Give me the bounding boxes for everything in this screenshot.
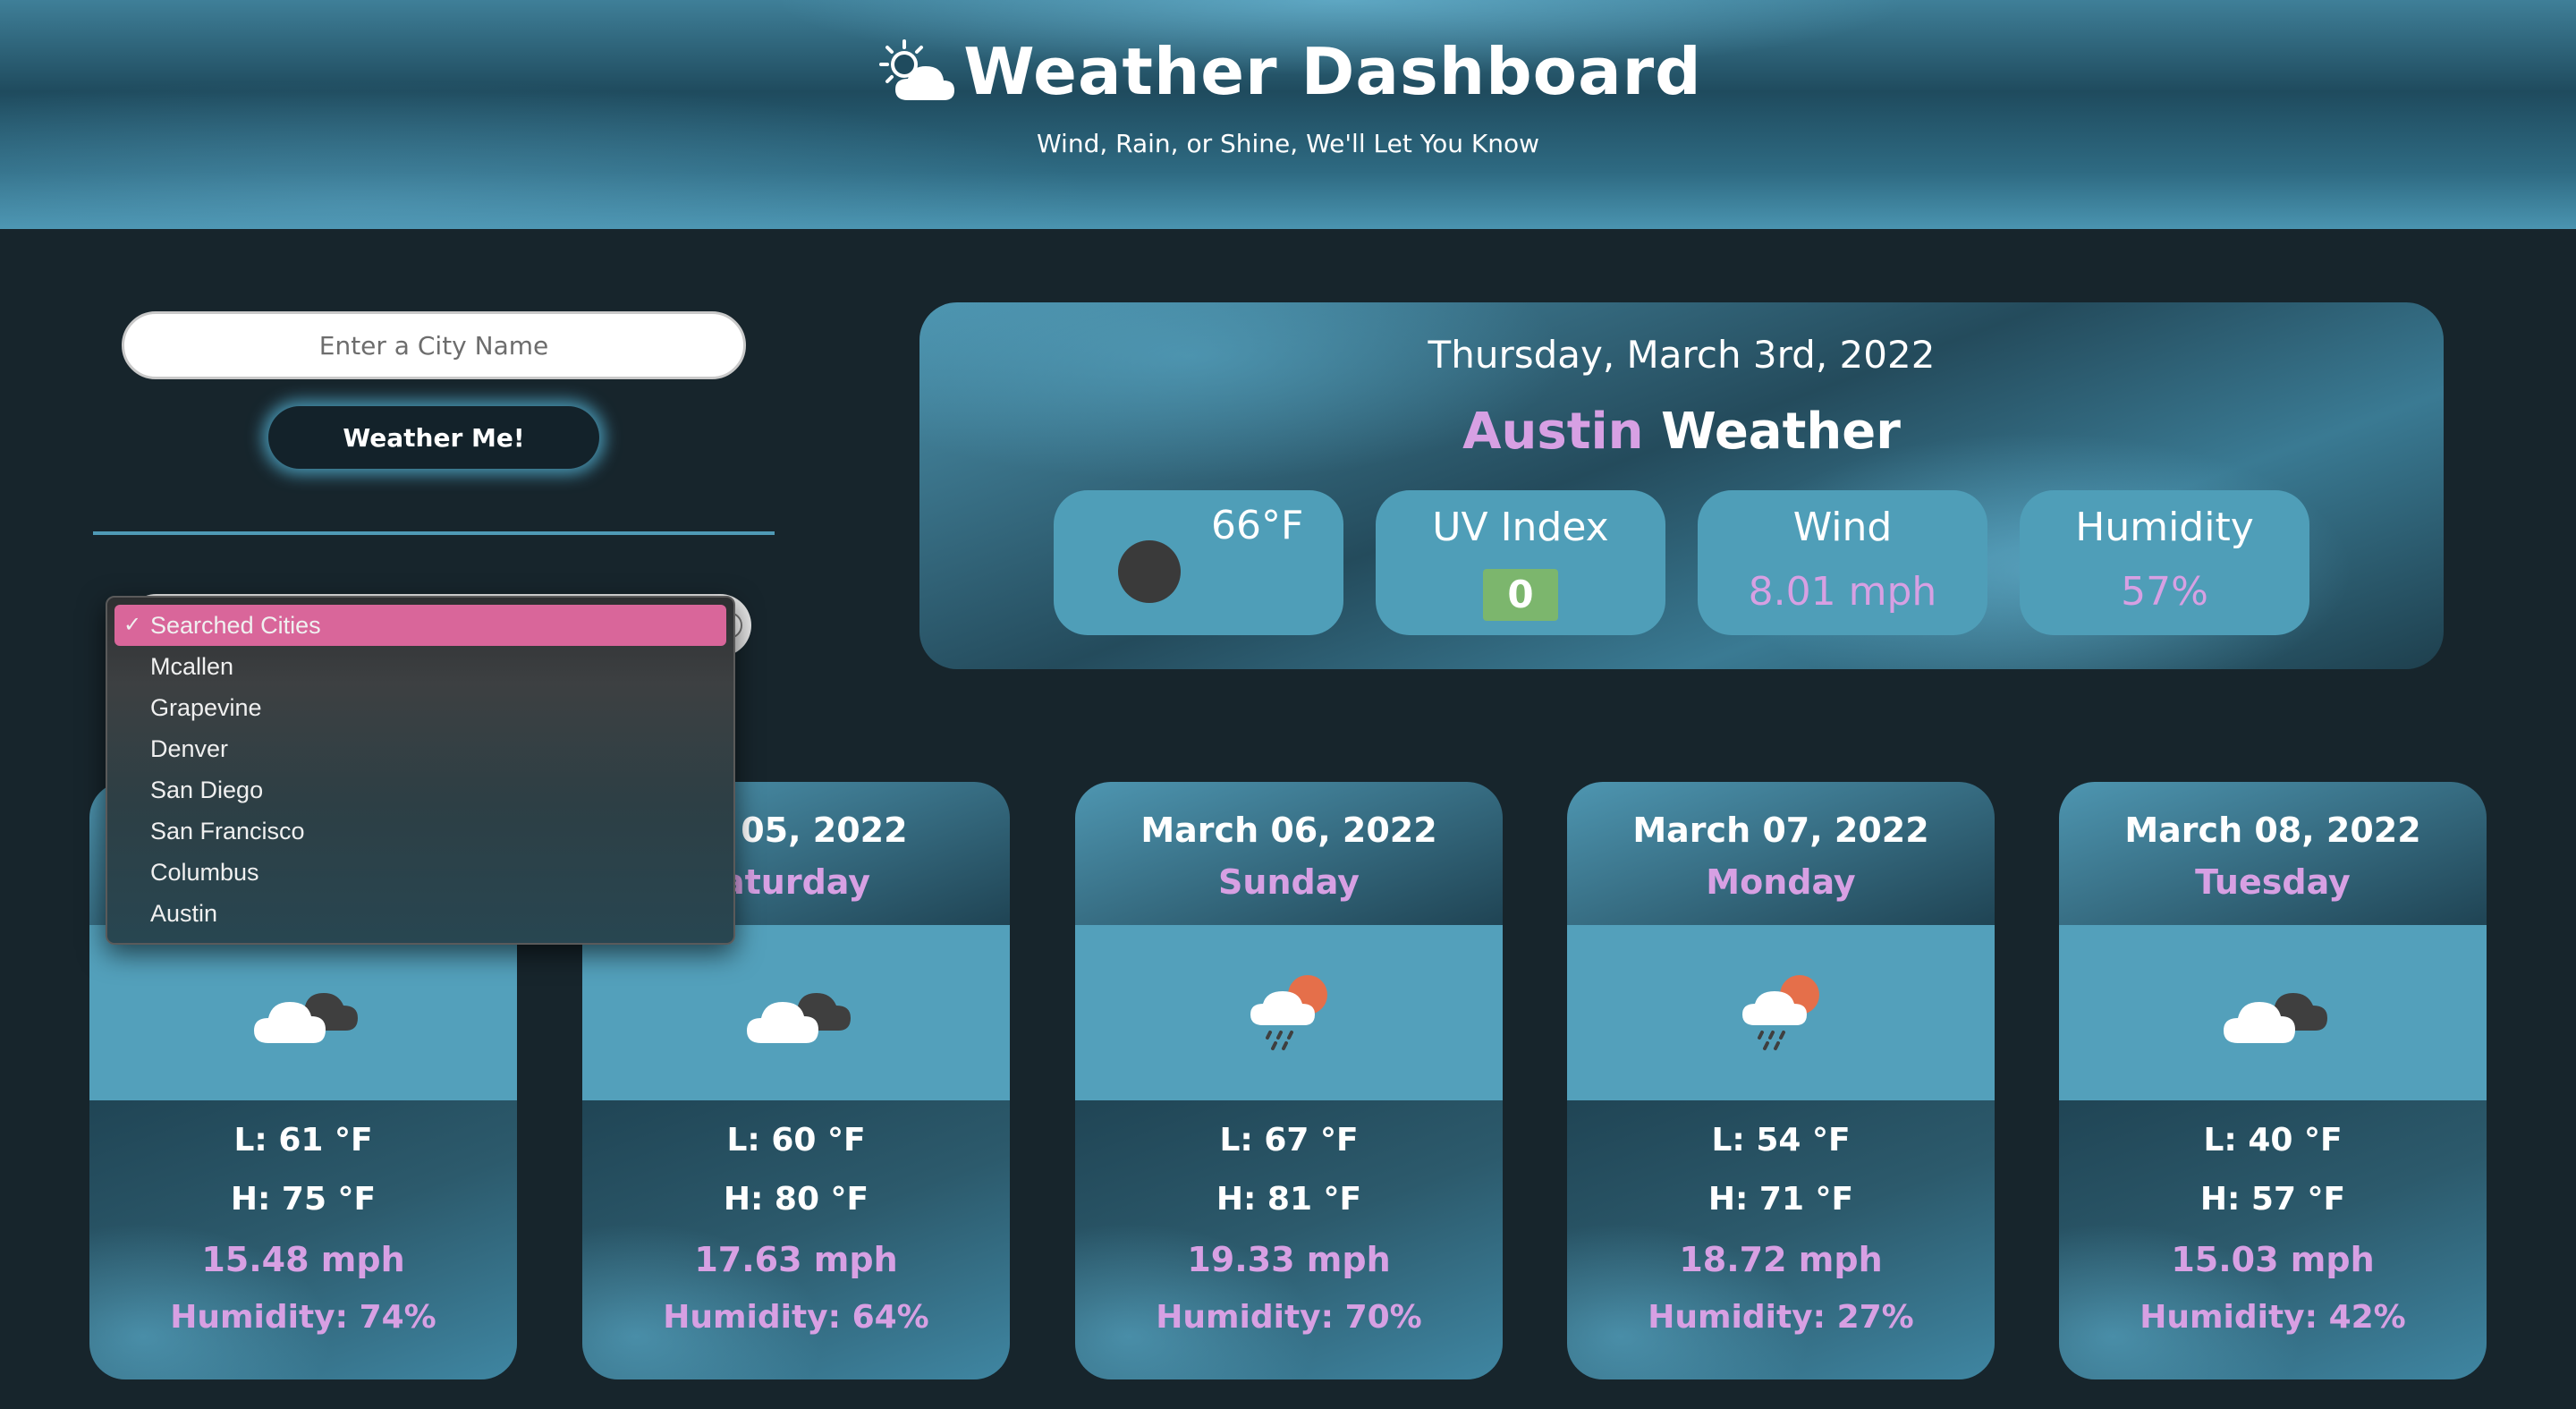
forecast-date: March 06, 2022 [1140,811,1437,850]
humidity-value: 57% [2121,569,2208,615]
forecast-humidity: Humidity: 42% [2140,1299,2406,1336]
forecast-wind: 17.63 mph [694,1240,898,1279]
forecast-low: L: 40 °F [2203,1122,2343,1159]
header-title-row: Weather Dashboard [0,34,2576,109]
wind-label: Wind [1792,505,1893,550]
uv-index-badge: 0 [1483,569,1558,621]
cloudy-icon [2224,993,2327,1043]
cloudy-icon [254,993,358,1043]
sidebar-divider [93,531,775,535]
dropdown-option-mcallen[interactable]: Mcallen [114,646,726,687]
forecast-high: H: 80 °F [723,1181,869,1218]
sun-cloud-icon [879,39,955,100]
rain-sun-icon [1742,975,1819,1050]
cloudy-icon [747,993,851,1043]
forecast-wind: 18.72 mph [1679,1240,1883,1279]
current-city-heading: Austin Weather [919,403,2444,461]
humidity-card: Humidity 57% [2020,490,2309,635]
temperature-value: 66°F [1211,503,1304,548]
forecast-low: L: 61 °F [233,1122,373,1159]
forecast-icon-band [89,925,517,1100]
wind-card: Wind 8.01 mph [1698,490,1987,635]
weather-me-button[interactable]: Weather Me! [268,406,599,469]
dropdown-option-columbus[interactable]: Columbus [114,852,726,893]
humidity-label: Humidity [2075,505,2254,550]
page-title: Weather Dashboard [963,34,1702,109]
forecast-high: H: 71 °F [1707,1181,1854,1218]
checkmark-icon: ✓ [123,613,142,637]
rain-sun-icon [1250,975,1327,1050]
forecast-wind: 19.33 mph [1187,1240,1391,1279]
dropdown-option-searched-cities[interactable]: ✓ Searched Cities [114,605,726,646]
forecast-high: H: 81 °F [1216,1181,1362,1218]
forecast-humidity: Humidity: 70% [1156,1299,1422,1336]
forecast-humidity: Humidity: 74% [170,1299,436,1336]
forecast-humidity: Humidity: 64% [663,1299,929,1336]
forecast-low: L: 60 °F [726,1122,866,1159]
forecast-date: March 07, 2022 [1632,811,1929,850]
uv-index-label: UV Index [1432,505,1609,550]
dropdown-option-san-francisco[interactable]: San Francisco [114,811,726,852]
current-city-suffix: Weather [1661,403,1901,461]
forecast-day: Sunday [1218,862,1360,902]
forecast-high: H: 75 °F [230,1181,377,1218]
weather-icon [1118,540,1181,603]
forecast-icon-band [1567,925,1995,1100]
searched-cities-dropdown[interactable]: ✓ Searched Cities Mcallen Grapevine Denv… [106,596,735,945]
forecast-icon-band [582,925,1010,1100]
forecast-wind: 15.03 mph [2171,1240,2375,1279]
dropdown-option-san-diego[interactable]: San Diego [114,769,726,811]
forecast-humidity: Humidity: 27% [1648,1299,1914,1336]
dropdown-option-austin[interactable]: Austin [114,893,726,934]
forecast-card: March 07, 2022 Monday L: 54 °F H: 71 °F … [1567,782,1995,1379]
forecast-icon-band [1075,925,1503,1100]
dropdown-option-label: Searched Cities [150,612,321,639]
page-subtitle: Wind, Rain, or Shine, We'll Let You Know [1036,129,1540,158]
current-date: Thursday, March 3rd, 2022 [1428,333,1936,377]
uv-index-card: UV Index 0 [1376,490,1665,635]
forecast-day: Monday [1706,862,1856,902]
forecast-card: March 08, 2022 Tuesday L: 40 °F H: 57 °F… [2059,782,2487,1379]
header: Weather Dashboard Wind, Rain, or Shine, … [0,0,2576,229]
forecast-low: L: 54 °F [1711,1122,1851,1159]
forecast-icon-band [2059,925,2487,1100]
wind-value: 8.01 mph [1748,569,1937,615]
forecast-low: L: 67 °F [1219,1122,1359,1159]
forecast-high: H: 57 °F [2199,1181,2346,1218]
dropdown-option-grapevine[interactable]: Grapevine [114,687,726,728]
temperature-card: 66°F [1054,490,1343,635]
forecast-date: March 08, 2022 [2124,811,2421,850]
forecast-day: Tuesday [2195,862,2351,902]
current-weather-panel: Thursday, March 3rd, 2022 Austin Weather… [919,302,2444,669]
current-city-name: Austin [1462,403,1644,461]
city-search-input[interactable] [122,311,746,379]
forecast-wind: 15.48 mph [201,1240,405,1279]
dropdown-option-denver[interactable]: Denver [114,728,726,769]
forecast-card: March 06, 2022 Sunday L: 67 °F H: 81 °F … [1075,782,1503,1379]
